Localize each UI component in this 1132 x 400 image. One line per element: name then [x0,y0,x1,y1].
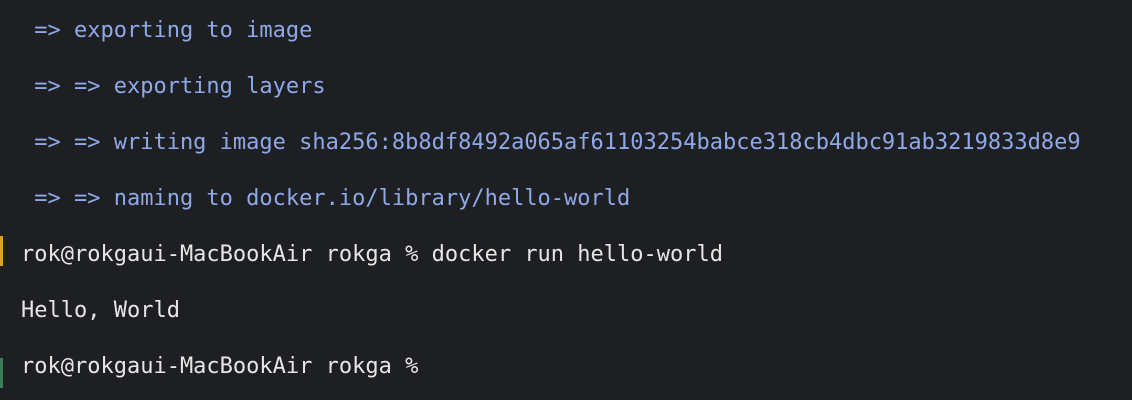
build-output-line: => => exporting layers [21,74,326,99]
terminal-window[interactable]: => exporting to image => => exporting la… [0,0,1132,400]
shell-prompt[interactable]: rok@rokgaui-MacBookAir rokga % [21,353,418,381]
build-output-line: => => writing image sha256:8b8df8492a065… [21,130,1081,155]
command-status-marker [0,236,3,266]
command-line: rok@rokgaui-MacBookAir rokga % docker ru… [21,242,723,267]
command-output-line: Hello, World [21,298,180,323]
prompt-status-marker [0,358,3,388]
build-output-line: => => naming to docker.io/library/hello-… [21,186,631,211]
build-output-line: => exporting to image [21,18,313,43]
